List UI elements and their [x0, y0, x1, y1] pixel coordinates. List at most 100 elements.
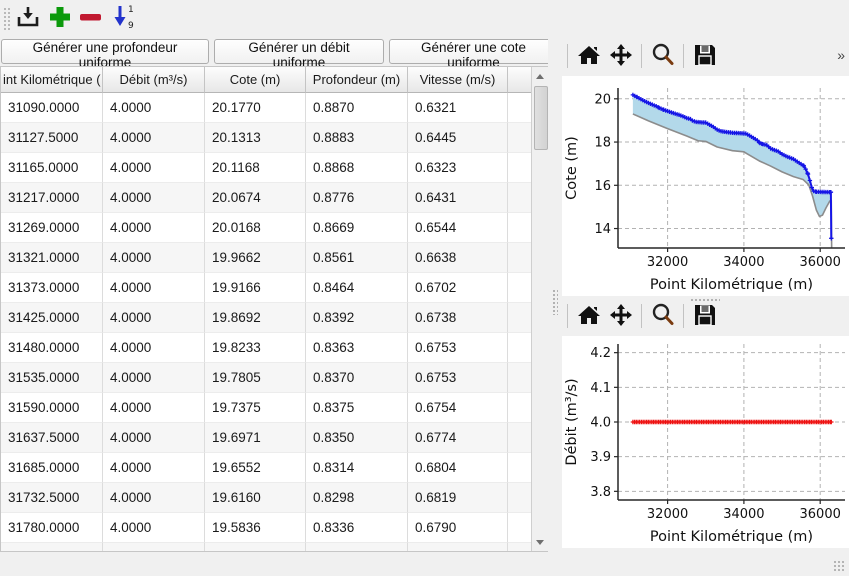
- table-cell[interactable]: 19.7805: [205, 363, 306, 393]
- home-button[interactable]: [574, 302, 604, 330]
- table-cell[interactable]: 0.6753: [408, 363, 508, 393]
- save-figure-button[interactable]: [690, 302, 720, 330]
- header-profondeur[interactable]: Profondeur (m): [306, 67, 408, 93]
- table-cell[interactable]: 31217.0000: [1, 183, 103, 213]
- table-cell[interactable]: 4.0000: [103, 93, 205, 123]
- table-cell[interactable]: 4.0000: [103, 153, 205, 183]
- table-cell[interactable]: 31590.0000: [1, 393, 103, 423]
- table-cell[interactable]: 19.7375: [205, 393, 306, 423]
- table-row[interactable]: 31732.50004.000019.61600.82980.6819: [1, 483, 532, 513]
- header-vitesse[interactable]: Vitesse (m/s): [408, 67, 508, 93]
- table-row[interactable]: 31685.00004.000019.65520.83140.6804: [1, 453, 532, 483]
- home-button[interactable]: [574, 42, 604, 70]
- table-cell[interactable]: 0.8336: [306, 513, 408, 543]
- table-cell[interactable]: 4.0000: [103, 303, 205, 333]
- table-scrollbar[interactable]: [531, 67, 548, 551]
- table-cell[interactable]: 0.6753: [408, 333, 508, 363]
- table-cell[interactable]: 0.8350: [306, 423, 408, 453]
- table-cell[interactable]: 31480.0000: [1, 333, 103, 363]
- table-cell[interactable]: 0.6544: [408, 213, 508, 243]
- table-cell[interactable]: 31165.0000: [1, 153, 103, 183]
- table-cell[interactable]: 0.6431: [408, 183, 508, 213]
- table-cell[interactable]: 0.8464: [306, 273, 408, 303]
- table-row[interactable]: 31321.00004.000019.96620.85610.6638: [1, 243, 532, 273]
- debit-plot-canvas[interactable]: 3.83.94.04.14.2320003400036000Point Kilo…: [562, 336, 849, 548]
- table-cell[interactable]: 31127.5000: [1, 123, 103, 153]
- table-row[interactable]: 31373.00004.000019.91660.84640.6702: [1, 273, 532, 303]
- table-cell[interactable]: 4.0000: [103, 333, 205, 363]
- table-cell[interactable]: 4.0000: [103, 483, 205, 513]
- zoom-button[interactable]: [648, 42, 678, 70]
- table-cell[interactable]: 0.6638: [408, 243, 508, 273]
- table-cell[interactable]: 20.1313: [205, 123, 306, 153]
- generate-flow-button[interactable]: Générer un débit uniforme: [214, 39, 384, 64]
- table-cell[interactable]: 0.8883: [306, 123, 408, 153]
- table-cell[interactable]: 31269.0000: [1, 213, 103, 243]
- table-row[interactable]: 31780.00004.000019.58360.83360.6790: [1, 513, 532, 543]
- table-cell[interactable]: 0.6790: [408, 513, 508, 543]
- table-cell[interactable]: 4.0000: [103, 243, 205, 273]
- table-cell[interactable]: 0.6754: [408, 393, 508, 423]
- table-cell[interactable]: 31535.0000: [1, 363, 103, 393]
- table-row[interactable]: 31637.50004.000019.69710.83500.6774: [1, 423, 532, 453]
- table-cell[interactable]: 31321.0000: [1, 243, 103, 273]
- table-cell[interactable]: 0.6445: [408, 123, 508, 153]
- table-cell[interactable]: 31732.5000: [1, 483, 103, 513]
- add-row-button[interactable]: [45, 3, 75, 33]
- table-cell[interactable]: 0.8870: [306, 93, 408, 123]
- table-cell[interactable]: 20.0168: [205, 213, 306, 243]
- table-cell[interactable]: 31373.0000: [1, 273, 103, 303]
- table-cell[interactable]: 31827.0000: [1, 543, 103, 552]
- table-cell[interactable]: 31637.5000: [1, 423, 103, 453]
- table-cell[interactable]: 19.5836: [205, 513, 306, 543]
- table-cell[interactable]: 19.6552: [205, 453, 306, 483]
- table-cell[interactable]: 19.9662: [205, 243, 306, 273]
- table-cell[interactable]: 0.8561: [306, 243, 408, 273]
- table-row[interactable]: 31425.00004.000019.86920.83920.6738: [1, 303, 532, 333]
- scroll-up-arrow-icon[interactable]: [532, 68, 548, 84]
- scrollbar-thumb[interactable]: [534, 86, 548, 150]
- table-row[interactable]: 31535.00004.000019.78050.83700.6753: [1, 363, 532, 393]
- header-cote[interactable]: Cote (m): [205, 67, 306, 93]
- cote-plot-canvas[interactable]: 14161820320003400036000Point Kilométriqu…: [562, 76, 849, 296]
- table-cell[interactable]: 0.6321: [408, 93, 508, 123]
- table-cell[interactable]: 0.6819: [408, 483, 508, 513]
- table-cell[interactable]: 0.8583: [306, 543, 408, 552]
- table-cell[interactable]: 0.8370: [306, 363, 408, 393]
- table-row[interactable]: 31217.00004.000020.06740.87760.6431: [1, 183, 532, 213]
- table-cell[interactable]: 4.0000: [103, 183, 205, 213]
- table-cell[interactable]: 31780.0000: [1, 513, 103, 543]
- table-cell[interactable]: 0.8776: [306, 183, 408, 213]
- table-cell[interactable]: 0.6577: [408, 543, 508, 552]
- table-cell[interactable]: 0.8298: [306, 483, 408, 513]
- table-cell[interactable]: 4.0000: [103, 123, 205, 153]
- table-cell[interactable]: 0.6702: [408, 273, 508, 303]
- generate-depth-button[interactable]: Générer une profondeur uniforme: [1, 39, 209, 64]
- vertical-splitter[interactable]: [548, 37, 562, 552]
- table-cell[interactable]: 19.8233: [205, 333, 306, 363]
- table-row[interactable]: 31269.00004.000020.01680.86690.6544: [1, 213, 532, 243]
- save-figure-button[interactable]: [690, 42, 720, 70]
- table-cell[interactable]: 20.1168: [205, 153, 306, 183]
- zoom-button[interactable]: [648, 302, 678, 330]
- header-point-kilometrique[interactable]: int Kilométrique (: [1, 67, 103, 93]
- table-row[interactable]: 31827.00004.000019.57700.85830.6577: [1, 543, 532, 552]
- remove-row-button[interactable]: [75, 3, 105, 33]
- table-cell[interactable]: 0.6804: [408, 453, 508, 483]
- resize-grip-icon[interactable]: [833, 560, 845, 572]
- table-cell[interactable]: 4.0000: [103, 273, 205, 303]
- table-cell[interactable]: 4.0000: [103, 543, 205, 552]
- table-cell[interactable]: 4.0000: [103, 393, 205, 423]
- sort-button[interactable]: 1 9: [108, 3, 138, 33]
- generate-level-button[interactable]: Générer une cote uniforme: [389, 39, 558, 64]
- table-cell[interactable]: 20.0674: [205, 183, 306, 213]
- table-cell[interactable]: 0.6323: [408, 153, 508, 183]
- scroll-down-arrow-icon[interactable]: [532, 534, 548, 550]
- table-row[interactable]: 31127.50004.000020.13130.88830.6445: [1, 123, 532, 153]
- table-cell[interactable]: 0.8392: [306, 303, 408, 333]
- table-cell[interactable]: 0.8363: [306, 333, 408, 363]
- table-cell[interactable]: 0.8868: [306, 153, 408, 183]
- table-cell[interactable]: 19.9166: [205, 273, 306, 303]
- table-cell[interactable]: 19.6971: [205, 423, 306, 453]
- table-cell[interactable]: 0.6774: [408, 423, 508, 453]
